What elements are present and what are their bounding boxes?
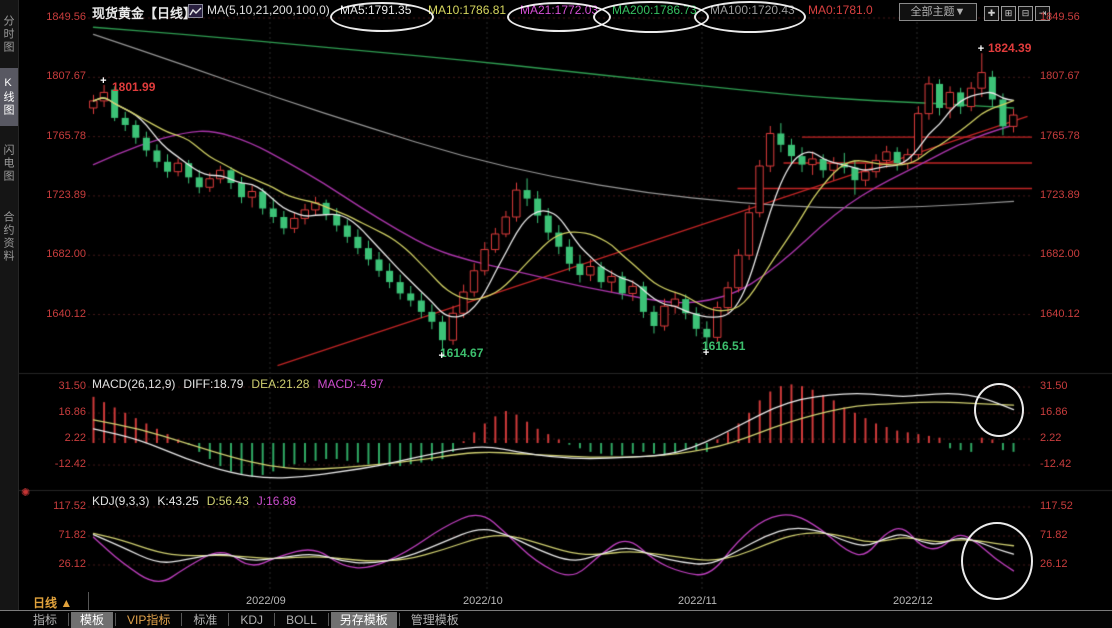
main-y-tick-left: 1849.56 bbox=[26, 11, 86, 23]
macd-segment-2: DIFF:18.79 bbox=[183, 377, 243, 391]
ma-value-5: MA100:1720.43 bbox=[710, 3, 795, 17]
ma-value-6: MA0:1781.0 bbox=[808, 3, 873, 17]
tab-separator bbox=[181, 613, 182, 626]
price-extreme-label: 1801.99 bbox=[112, 80, 155, 94]
main-y-tick-left: 1682.00 bbox=[26, 248, 86, 260]
main-y-tick-right: 1807.67 bbox=[1040, 70, 1080, 82]
kdj-y-tick-right: 117.52 bbox=[1040, 500, 1073, 512]
macd-readout: MACD(26,12,9) DIFF:18.79 DEA:21.28 MACD:-4.… bbox=[92, 375, 391, 393]
tab-separator bbox=[274, 613, 275, 626]
price-extreme-label: 1614.67 bbox=[440, 346, 483, 360]
ma-value-3: MA21:1772.03 bbox=[520, 3, 598, 17]
theme-selector-button[interactable]: 全部主题▼ bbox=[899, 3, 977, 21]
tab-separator bbox=[115, 613, 116, 626]
kdj-segment-3: D:56.43 bbox=[207, 494, 249, 508]
kdj-readout: KDJ(9,3,3) K:43.25 D:56.43 J:16.88 bbox=[92, 492, 304, 510]
kdj-segment-4: J:16.88 bbox=[257, 494, 296, 508]
plus-grid-icon[interactable]: ✚ bbox=[984, 6, 999, 21]
sidebar-item-4[interactable]: 合约资料 bbox=[0, 200, 18, 274]
macd-y-tick-left: 16.86 bbox=[26, 406, 86, 418]
macd-segment-1: MACD(26,12,9) bbox=[92, 377, 175, 391]
trading-terminal: 分时图 K线图闪电图合约资料 现货黄金【日线】 MA(5,10,21,200,10… bbox=[0, 0, 1112, 628]
extreme-plus-marker: + bbox=[438, 350, 444, 362]
kdj-y-tick-left: 26.12 bbox=[26, 558, 86, 570]
macd-y-tick-right: 16.86 bbox=[1040, 406, 1068, 418]
indicator-tabbar: 指标模板 VIP指标标准 KDJ BOLL 另存模板管理模板 bbox=[0, 611, 1112, 628]
macd-segment-4: MACD:-4.97 bbox=[317, 377, 383, 391]
macd-y-tick-right: 2.22 bbox=[1040, 432, 1061, 444]
macd-y-tick-right: -12.42 bbox=[1040, 458, 1071, 470]
time-axis-row: 日线 ▲ bbox=[0, 592, 1112, 611]
tab-7[interactable]: 另存模板 bbox=[331, 612, 397, 628]
macd-y-tick-right: 31.50 bbox=[1040, 380, 1068, 392]
axis-divider bbox=[88, 592, 89, 610]
main-y-tick-right: 1682.00 bbox=[1040, 248, 1080, 260]
kline-chart-canvas[interactable] bbox=[0, 0, 1112, 628]
indicator-settings-gear-icon[interactable]: ✺ bbox=[21, 486, 30, 499]
tab-separator bbox=[328, 613, 329, 626]
tab-separator bbox=[228, 613, 229, 626]
tab-separator bbox=[399, 613, 400, 626]
extreme-plus-marker: + bbox=[978, 43, 984, 55]
kdj-y-tick-right: 26.12 bbox=[1040, 558, 1068, 570]
sidebar-item-2[interactable]: K线图 bbox=[0, 68, 18, 126]
tab-separator bbox=[68, 613, 69, 626]
ma-value-1: MA5:1791.35 bbox=[340, 3, 411, 17]
main-y-tick-left: 1640.12 bbox=[26, 308, 86, 320]
main-y-tick-left: 1723.89 bbox=[26, 189, 86, 201]
sidebar-item-1[interactable]: 分时图 bbox=[0, 6, 18, 63]
window-split-icon[interactable]: ⊞ bbox=[1001, 6, 1016, 21]
instrument-title: 现货黄金【日线】 bbox=[92, 3, 196, 22]
window-pane-icon[interactable]: ⊟ bbox=[1018, 6, 1033, 21]
ma-value-2: MA10:1786.81 bbox=[428, 3, 506, 17]
chart-type-sidebar: 分时图 K线图闪电图合约资料 bbox=[0, 0, 19, 628]
period-label: 日线 bbox=[33, 596, 57, 610]
kdj-segment-1: KDJ(9,3,3) bbox=[92, 494, 149, 508]
kdj-y-tick-left: 117.52 bbox=[26, 500, 86, 512]
tab-6[interactable]: BOLL bbox=[277, 612, 326, 628]
extreme-plus-marker: + bbox=[703, 347, 709, 359]
main-y-tick-right: 1765.78 bbox=[1040, 130, 1080, 142]
ma-value-4: MA200:1786.73 bbox=[612, 3, 697, 17]
extreme-plus-marker: + bbox=[100, 75, 106, 87]
kdj-y-tick-left: 71.82 bbox=[26, 529, 86, 541]
tab-1[interactable]: 指标 bbox=[24, 612, 66, 628]
macd-y-tick-left: -12.42 bbox=[26, 458, 86, 470]
macd-y-tick-left: 31.50 bbox=[26, 380, 86, 392]
tab-5[interactable]: KDJ bbox=[231, 612, 272, 628]
period-selector[interactable]: 日线 ▲ bbox=[33, 594, 72, 611]
main-y-tick-right: 1849.56 bbox=[1040, 11, 1080, 23]
sidebar-item-3[interactable]: 闪电图 bbox=[0, 134, 18, 192]
main-y-tick-right: 1723.89 bbox=[1040, 189, 1080, 201]
period-up-arrow-icon: ▲ bbox=[60, 596, 72, 610]
ma-settings-label: MA(5,10,21,200,100,0) bbox=[207, 3, 330, 17]
price-extreme-label: 1824.39 bbox=[988, 41, 1031, 55]
macd-segment-3: DEA:21.28 bbox=[251, 377, 309, 391]
main-y-tick-left: 1765.78 bbox=[26, 130, 86, 142]
macd-y-tick-left: 2.22 bbox=[26, 432, 86, 444]
kdj-segment-2: K:43.25 bbox=[157, 494, 198, 508]
main-y-tick-left: 1807.67 bbox=[26, 70, 86, 82]
line-chart-icon[interactable] bbox=[188, 4, 203, 18]
tab-3[interactable]: VIP指标 bbox=[118, 612, 179, 628]
tab-2[interactable]: 模板 bbox=[71, 612, 113, 628]
kdj-y-tick-right: 71.82 bbox=[1040, 529, 1068, 541]
tab-4[interactable]: 标准 bbox=[184, 612, 226, 628]
tab-8[interactable]: 管理模板 bbox=[402, 612, 468, 628]
main-y-tick-right: 1640.12 bbox=[1040, 308, 1080, 320]
